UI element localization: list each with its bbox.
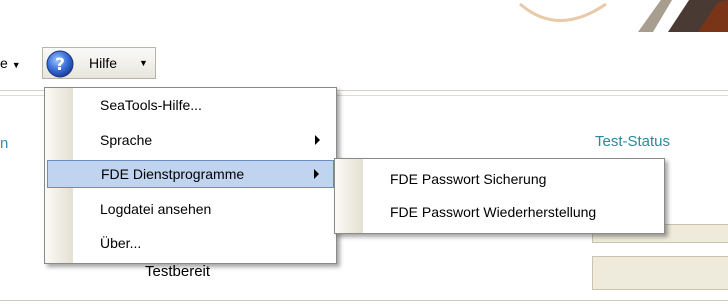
menu-item-label: Logdatei ansehen: [100, 201, 212, 217]
banner-logo-art: [519, 0, 728, 32]
menu-item-language[interactable]: Sprache: [47, 126, 334, 154]
menu-help[interactable]: ? Hilfe ▼: [42, 47, 156, 79]
caret-down-icon: ▼: [139, 58, 148, 68]
column-label-left: n: [0, 135, 9, 152]
menu-item-label: Sprache: [100, 132, 153, 148]
submenu-arrow-icon: [315, 135, 320, 145]
menu-item-seatools-help[interactable]: SeaTools-Hilfe...: [47, 91, 334, 119]
fde-submenu: FDE Passwort Sicherung FDE Passwort Wied…: [334, 158, 665, 234]
status-field: [592, 256, 728, 290]
menu-item-label: Über...: [100, 235, 142, 251]
menu-bar: e ▼ ? Hilfe ▼: [0, 32, 728, 91]
drive-status-text: Testbereit: [145, 263, 211, 280]
menu-item-fde-password-restore[interactable]: FDE Passwort Wiederherstellung: [337, 197, 662, 227]
menu-previous[interactable]: e ▼: [0, 52, 21, 74]
menu-item-label: FDE Passwort Wiederherstellung: [390, 204, 597, 220]
menu-item-view-log[interactable]: Logdatei ansehen: [47, 195, 334, 223]
help-dropdown-menu: SeaTools-Hilfe... Sprache FDE Dienstprog…: [44, 87, 337, 264]
submenu-arrow-icon: [314, 169, 319, 179]
column-label-test-status: Test-Status: [595, 133, 671, 150]
menu-item-fde-utilities[interactable]: FDE Dienstprogramme: [47, 160, 334, 188]
menu-item-label: FDE Passwort Sicherung: [390, 171, 547, 187]
menu-item-fde-password-backup[interactable]: FDE Passwort Sicherung: [337, 164, 662, 194]
menu-item-label: SeaTools-Hilfe...: [100, 97, 202, 113]
svg-text:?: ?: [55, 55, 65, 75]
app-banner: [0, 0, 728, 32]
menu-item-label: FDE Dienstprogramme: [101, 166, 245, 182]
menu-item-about[interactable]: Über...: [47, 229, 334, 257]
panel-bottom-border: [0, 300, 728, 301]
menu-help-label: Hilfe: [89, 55, 118, 71]
caret-down-icon: ▼: [11, 60, 21, 70]
menu-previous-label: e: [0, 55, 8, 71]
question-mark-icon: ?: [46, 50, 74, 78]
